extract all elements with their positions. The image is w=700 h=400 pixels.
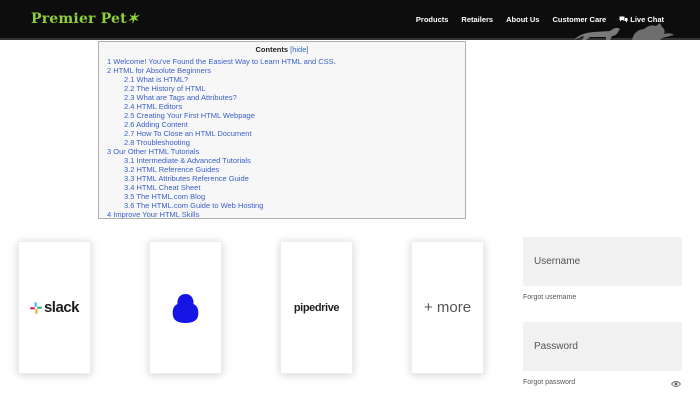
slack-wordmark: slack [43,299,80,316]
toc-subitem[interactable]: 3.3 HTML Attributes Reference Guide [124,174,249,183]
toc-item[interactable]: 2 HTML for Absolute Beginners [107,66,211,75]
toc-subitem[interactable]: 2.1 What is HTML? [124,75,188,84]
blue-app-integration-card[interactable] [149,241,222,374]
forgot-password-link[interactable]: Forgot password [523,379,575,386]
password-input[interactable] [523,322,682,371]
toc-subitem[interactable]: 2.8 Troubleshooting [124,138,190,147]
toc-subitem[interactable]: 3.4 HTML Cheat Sheet [124,183,200,192]
toc-subitem[interactable]: 2.2 The History of HTML [124,84,206,93]
table-of-contents: Contents [hide] 1 Welcome! You've Found … [98,41,466,219]
nav-products[interactable]: Products [416,15,449,24]
toc-subitem[interactable]: 2.7 How To Close an HTML Document [124,129,252,138]
toc-item[interactable]: 3 Our Other HTML Tutorials [107,147,199,156]
toc-hide-toggle[interactable]: [hide] [290,45,308,54]
pipedrive-wordmark: pipedrive [293,301,340,314]
toc-subitem[interactable]: 2.5 Creating Your First HTML Webpage [124,111,255,120]
pets-silhouette-icon [574,23,674,40]
toc-subitem[interactable]: 3.1 Intermediate & Advanced Tutorials [124,156,251,165]
nav-about-us[interactable]: About Us [506,15,539,24]
toc-subitem[interactable]: 3.5 The HTML.com Blog [124,192,205,201]
toc-subitem[interactable]: 2.6 Adding Content [124,120,188,129]
show-password-eye-icon[interactable] [671,380,681,388]
toc-item[interactable]: 4 Improve Your HTML Skills [107,210,199,219]
top-navigation-bar: Premier Pet✶ Products Retailers About Us… [0,0,700,40]
slack-icon [29,301,42,314]
more-integrations-label: + more [423,299,472,316]
toc-subitem[interactable]: 3.6 The HTML.com Guide to Web Hosting [124,201,263,210]
toc-title: Contents [255,45,289,54]
toc-item[interactable]: 1 Welcome! You've Found the Easiest Way … [107,57,336,66]
toc-heading: Contents [hide] [99,45,465,54]
slack-integration-card[interactable]: slack [18,241,91,374]
more-integrations-card[interactable]: + more [411,241,484,374]
pipedrive-integration-card[interactable]: pipedrive [280,241,353,374]
slack-logo: slack [29,299,80,316]
toc-subitem[interactable]: 2.3 What are Tags and Attributes? [124,93,237,102]
brand-name: Premier Pet [31,11,127,27]
toc-subitem[interactable]: 2.4 HTML Editors [124,102,182,111]
blue-blob-logo-icon [172,293,199,323]
premier-pet-logo[interactable]: Premier Pet✶ [31,11,139,27]
username-input[interactable] [523,237,682,286]
nav-retailers[interactable]: Retailers [461,15,493,24]
toc-subitem[interactable]: 3.2 HTML Reference Guides [124,165,219,174]
brand-accent: ✶ [126,11,139,27]
forgot-username-link[interactable]: Forgot username [523,294,576,301]
